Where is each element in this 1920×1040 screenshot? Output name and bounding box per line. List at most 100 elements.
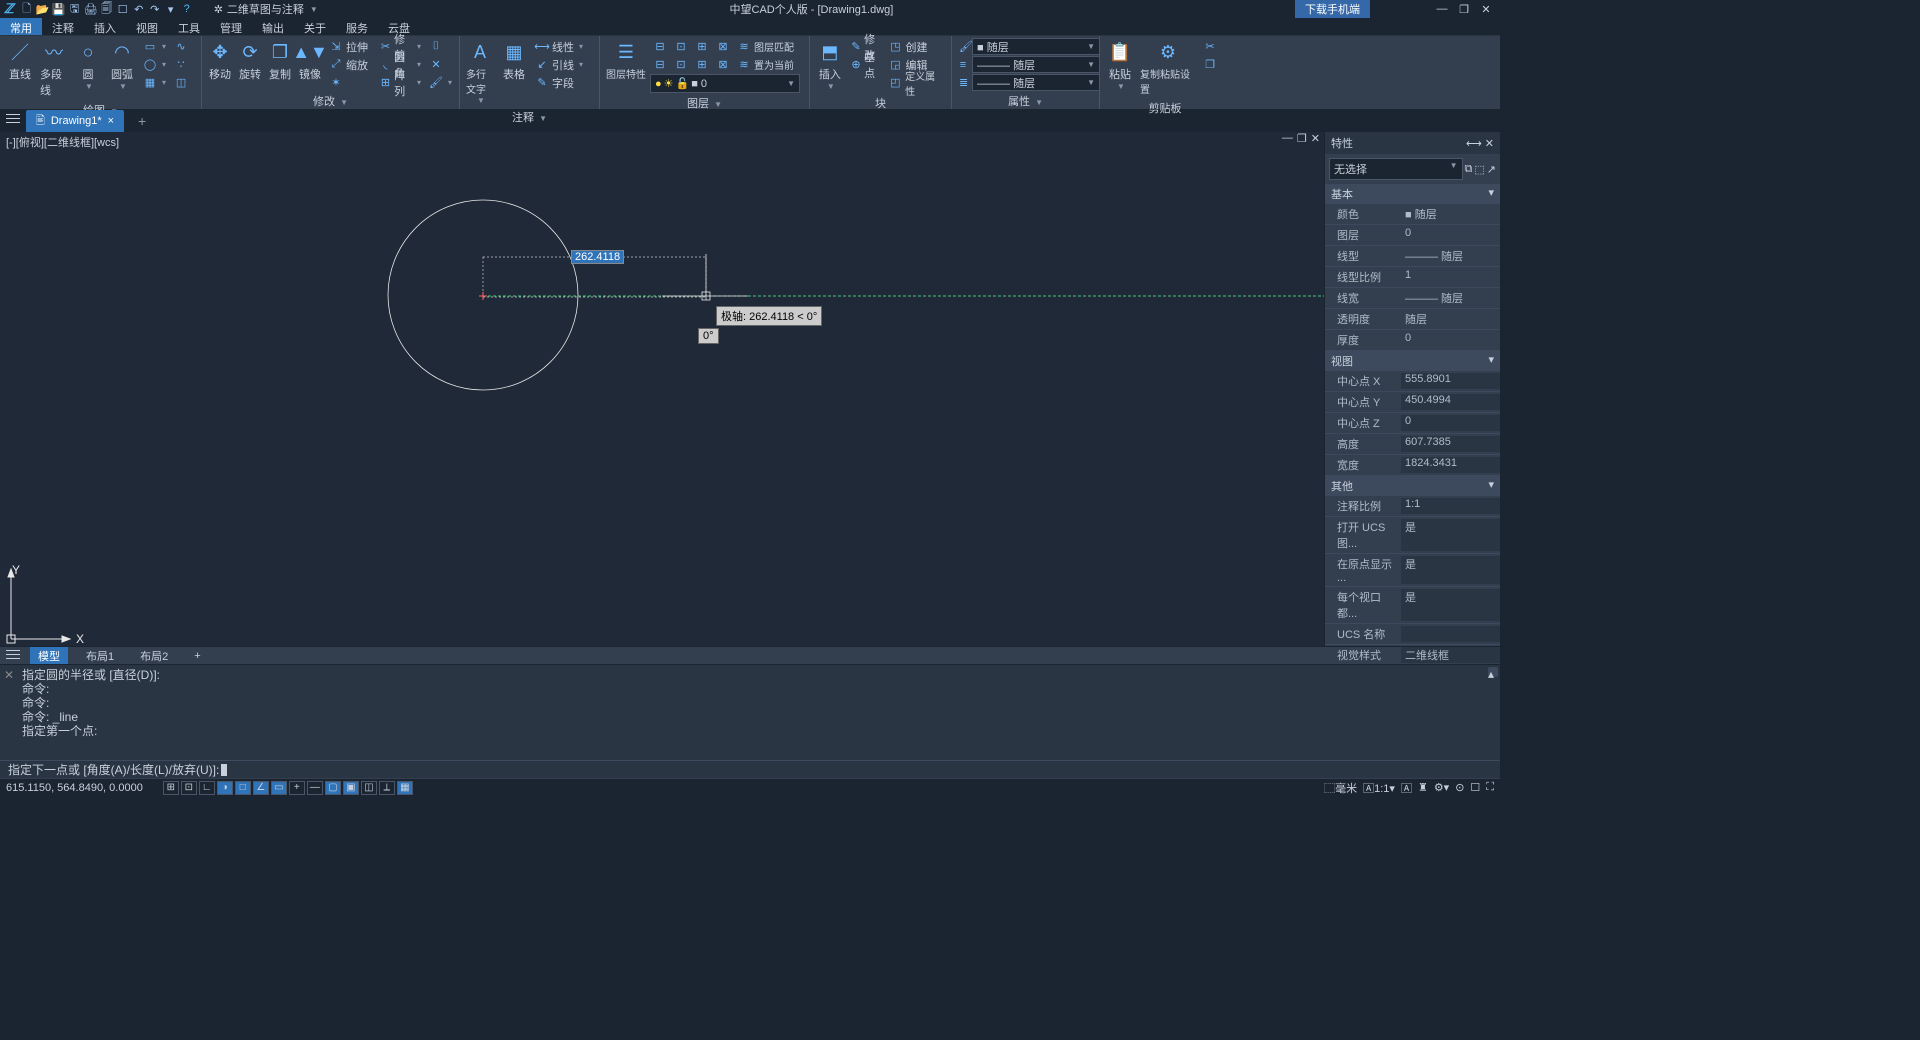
array-button[interactable]: ⊞阵列▾ xyxy=(377,74,424,91)
ellipse-button[interactable]: ◯▾ xyxy=(140,56,169,73)
model-toggle[interactable]: ▢ xyxy=(325,781,341,795)
insert-button[interactable]: ⬒插入▼ xyxy=(814,38,846,93)
tab-annot[interactable]: 注释 xyxy=(42,18,84,35)
layer-props-button[interactable]: ☰图层特性 xyxy=(604,38,648,83)
minimize-button[interactable]: — xyxy=(1432,3,1452,15)
block-create-button[interactable]: ◳创建 xyxy=(886,38,948,55)
prefs-icon[interactable]: ☐ xyxy=(116,2,130,16)
tab-insert[interactable]: 插入 xyxy=(84,18,126,35)
mirror-button[interactable]: ▲▼镜像 xyxy=(296,38,324,84)
brush-button[interactable]: 🖌▾ xyxy=(426,74,455,91)
props-close-button[interactable]: ✕ xyxy=(1485,138,1494,150)
annoscale-button[interactable]: 🄰1:1▾ xyxy=(1363,780,1395,796)
rotate-button[interactable]: ⟳旋转 xyxy=(236,38,264,84)
tab-home[interactable]: 常用 xyxy=(0,18,42,35)
rect-button[interactable]: ▭▾ xyxy=(140,38,169,55)
sc-toggle[interactable]: ◫ xyxy=(361,781,377,795)
tab-service[interactable]: 服务 xyxy=(336,18,378,35)
close-button[interactable]: ✕ xyxy=(1476,3,1496,16)
props-pin-button[interactable]: ⟷ xyxy=(1466,138,1482,150)
explode-button[interactable]: ✶ xyxy=(326,74,375,91)
qp-toggle[interactable]: ▣ xyxy=(343,781,359,795)
listall-button[interactable]: ≣ xyxy=(956,74,970,91)
tab-layout1[interactable]: 布局1 xyxy=(78,647,122,665)
close-tab-button[interactable]: × xyxy=(108,115,114,127)
copyclip-button[interactable]: ❐ xyxy=(1200,56,1220,73)
polar-toggle[interactable]: ◑ xyxy=(217,781,233,795)
tab-manage[interactable]: 管理 xyxy=(210,18,252,35)
download-mobile-button[interactable]: 下载手机端 xyxy=(1295,0,1370,18)
tab-output[interactable]: 输出 xyxy=(252,18,294,35)
layer-tool-6[interactable]: ⊡ xyxy=(671,56,691,73)
layer-tool-3[interactable]: ⊞ xyxy=(692,38,712,55)
section-view[interactable]: 视图▾ xyxy=(1325,351,1500,371)
layer-tool-7[interactable]: ⊞ xyxy=(692,56,712,73)
preview-icon[interactable]: 🗐 xyxy=(100,2,114,16)
annoscale-sync-icon[interactable]: 🄰 xyxy=(1401,780,1412,796)
snap-toggle[interactable]: ⊡ xyxy=(181,781,197,795)
circle-button[interactable]: ○圆▼ xyxy=(72,38,104,93)
print-icon[interactable]: 🖨 xyxy=(84,2,98,16)
new-icon[interactable]: 🗋 xyxy=(20,2,34,16)
layer-tool-4[interactable]: ⊠ xyxy=(713,38,733,55)
add-tab-button[interactable]: + xyxy=(130,113,154,129)
stretch-button[interactable]: ⇲拉伸 xyxy=(326,38,375,55)
polyline-button[interactable]: 〰多段线 xyxy=(38,38,70,100)
copy-button[interactable]: ❐复制 xyxy=(266,38,294,84)
panel-annot-title[interactable]: 注释 ▼ xyxy=(464,107,595,125)
pick-add-icon[interactable]: ⬚ xyxy=(1474,163,1484,176)
layer-tool-8[interactable]: ⊠ xyxy=(713,56,733,73)
redo-icon[interactable]: ↷ xyxy=(148,2,162,16)
layer-setcurrent-button[interactable]: ≋置为当前 xyxy=(734,56,797,73)
section-other[interactable]: 其他▾ xyxy=(1325,476,1500,496)
saveas-icon[interactable]: 🖫 xyxy=(68,2,82,16)
isolate-icon[interactable]: ⊙ xyxy=(1455,781,1464,794)
drawing-canvas[interactable]: [-][俯视][二维线框][wcs] — ❐ ✕ xyxy=(0,132,1324,646)
ortho-toggle[interactable]: ∟ xyxy=(199,781,215,795)
region-button[interactable]: ◫ xyxy=(171,74,191,91)
dynamic-dim-input[interactable]: 262.4118 xyxy=(572,251,623,263)
ann-toggle[interactable]: ⟂ xyxy=(379,781,395,795)
offset-button[interactable]: ⌷ xyxy=(426,38,455,55)
block-basept-button[interactable]: ⊕基点 xyxy=(848,56,884,73)
annoscale-auto-icon[interactable]: ♜ xyxy=(1418,781,1428,794)
panel-layers-title[interactable]: 图层 ▼ xyxy=(604,93,805,111)
move-button[interactable]: ✥移动 xyxy=(206,38,234,84)
dim-linear-button[interactable]: ⟷线性▾ xyxy=(532,38,590,55)
section-basic[interactable]: 基本▾ xyxy=(1325,184,1500,204)
layer-combo[interactable]: ● ☀ 🔓 ■ 0 ▼ xyxy=(650,74,800,93)
osnap-toggle[interactable]: □ xyxy=(235,781,251,795)
units-button[interactable]: ⬚毫米 xyxy=(1324,780,1357,796)
table-button[interactable]: ▦表格 xyxy=(498,38,530,84)
arc-button[interactable]: ◠圆弧▼ xyxy=(106,38,138,93)
layer-tool-5[interactable]: ⊟ xyxy=(650,56,670,73)
fullscreen-icon[interactable]: ⛶ xyxy=(1486,781,1494,794)
save-icon[interactable]: 💾 xyxy=(52,2,66,16)
layout-menu-button[interactable] xyxy=(6,647,20,665)
point-button[interactable]: ∵ xyxy=(171,56,191,73)
leader-button[interactable]: ↙引线▾ xyxy=(532,56,590,73)
lineweight-combo[interactable]: ——— 随层▼ xyxy=(972,74,1100,91)
tab-view[interactable]: 视图 xyxy=(126,18,168,35)
quick-select-icon[interactable]: ⧉ xyxy=(1465,163,1473,176)
line-button[interactable]: ／直线 xyxy=(4,38,36,84)
cut-button[interactable]: ✂ xyxy=(1200,38,1220,55)
tab-about[interactable]: 关于 xyxy=(294,18,336,35)
layer-tool-2[interactable]: ⊡ xyxy=(671,38,691,55)
command-history[interactable]: ✕ 指定圆的半径或 [直径(D)]: 命令: 命令: 命令: _line 指定第… xyxy=(0,664,1500,760)
select-objs-icon[interactable]: ↗ xyxy=(1487,163,1496,176)
spline-button[interactable]: ∿ xyxy=(171,38,191,55)
scale-button[interactable]: ⤢缩放 xyxy=(326,56,375,73)
linetype-combo[interactable]: ——— 随层▼ xyxy=(972,56,1100,73)
tab-layout2[interactable]: 布局2 xyxy=(132,647,176,665)
file-menu-button[interactable] xyxy=(6,111,20,131)
help-icon[interactable]: ? xyxy=(180,2,194,16)
field-button[interactable]: ✎字段 xyxy=(532,74,590,91)
ws-toggle[interactable]: ▦ xyxy=(397,781,413,795)
qat-more-icon[interactable]: ▾ xyxy=(164,2,178,16)
panel-props-title[interactable]: 属性 ▼ xyxy=(956,91,1095,109)
command-line[interactable]: 指定下一点或 [角度(A)/长度(L)/放弃(U)]: xyxy=(0,760,1500,778)
panel-modify-title[interactable]: 修改 ▼ xyxy=(206,91,455,109)
lwt-toggle[interactable]: ▭ xyxy=(271,781,287,795)
otrack-toggle[interactable]: ∠ xyxy=(253,781,269,795)
